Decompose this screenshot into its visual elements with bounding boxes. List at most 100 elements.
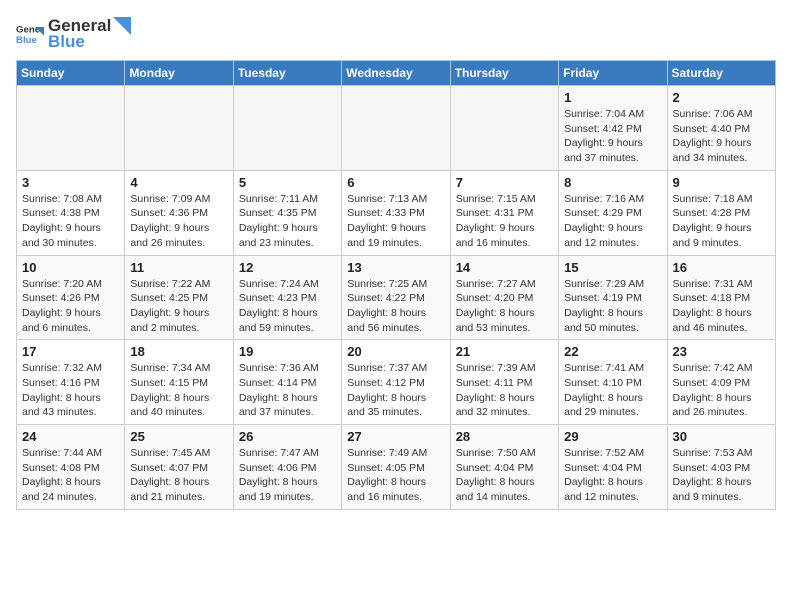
calendar-cell: 27 Sunrise: 7:49 AMSunset: 4:05 PMDayligh… bbox=[342, 425, 450, 510]
day-number: 5 bbox=[239, 175, 336, 190]
day-number: 18 bbox=[130, 344, 227, 359]
day-info: Sunrise: 7:37 AMSunset: 4:12 PMDaylight:… bbox=[347, 361, 444, 420]
calendar-cell bbox=[125, 86, 233, 171]
day-info: Sunrise: 7:20 AMSunset: 4:26 PMDaylight:… bbox=[22, 277, 119, 336]
day-info: Sunrise: 7:47 AMSunset: 4:06 PMDaylight:… bbox=[239, 446, 336, 505]
calendar-table: SundayMondayTuesdayWednesdayThursdayFrid… bbox=[16, 60, 776, 510]
calendar-cell: 17 Sunrise: 7:32 AMSunset: 4:16 PMDayligh… bbox=[17, 340, 125, 425]
weekday-header-monday: Monday bbox=[125, 61, 233, 86]
weekday-header-thursday: Thursday bbox=[450, 61, 558, 86]
day-info: Sunrise: 7:16 AMSunset: 4:29 PMDaylight:… bbox=[564, 192, 661, 251]
day-number: 6 bbox=[347, 175, 444, 190]
calendar-cell bbox=[342, 86, 450, 171]
day-number: 10 bbox=[22, 260, 119, 275]
day-info: Sunrise: 7:36 AMSunset: 4:14 PMDaylight:… bbox=[239, 361, 336, 420]
calendar-cell: 30 Sunrise: 7:53 AMSunset: 4:03 PMDayligh… bbox=[667, 425, 775, 510]
day-number: 2 bbox=[673, 90, 770, 105]
calendar-week-row: 1 Sunrise: 7:04 AMSunset: 4:42 PMDaylight… bbox=[17, 86, 776, 171]
day-number: 7 bbox=[456, 175, 553, 190]
calendar-cell: 7 Sunrise: 7:15 AMSunset: 4:31 PMDaylight… bbox=[450, 170, 558, 255]
svg-text:Blue: Blue bbox=[16, 35, 37, 46]
logo: General Blue General Blue bbox=[16, 16, 131, 52]
weekday-header-sunday: Sunday bbox=[17, 61, 125, 86]
day-info: Sunrise: 7:31 AMSunset: 4:18 PMDaylight:… bbox=[673, 277, 770, 336]
calendar-cell: 14 Sunrise: 7:27 AMSunset: 4:20 PMDayligh… bbox=[450, 255, 558, 340]
calendar-cell: 22Sunrise: 7:41 AMSunset: 4:10 PMDayligh… bbox=[559, 340, 667, 425]
day-info: Sunrise: 7:25 AMSunset: 4:22 PMDaylight:… bbox=[347, 277, 444, 336]
day-info: Sunrise: 7:04 AMSunset: 4:42 PMDaylight:… bbox=[564, 107, 661, 166]
calendar-cell: 15Sunrise: 7:29 AMSunset: 4:19 PMDayligh… bbox=[559, 255, 667, 340]
calendar-cell: 6Sunrise: 7:13 AMSunset: 4:33 PMDaylight… bbox=[342, 170, 450, 255]
day-info: Sunrise: 7:32 AMSunset: 4:16 PMDaylight:… bbox=[22, 361, 119, 420]
day-info: Sunrise: 7:42 AMSunset: 4:09 PMDaylight:… bbox=[673, 361, 770, 420]
day-number: 12 bbox=[239, 260, 336, 275]
logo-icon: General Blue bbox=[16, 20, 44, 48]
day-number: 24 bbox=[22, 429, 119, 444]
day-number: 25 bbox=[130, 429, 227, 444]
day-info: Sunrise: 7:18 AMSunset: 4:28 PMDaylight:… bbox=[673, 192, 770, 251]
calendar-cell: 25 Sunrise: 7:45 AMSunset: 4:07 PMDayligh… bbox=[125, 425, 233, 510]
day-number: 14 bbox=[456, 260, 553, 275]
day-number: 9 bbox=[673, 175, 770, 190]
calendar-cell: 13 Sunrise: 7:25 AMSunset: 4:22 PMDayligh… bbox=[342, 255, 450, 340]
day-info: Sunrise: 7:24 AMSunset: 4:23 PMDaylight:… bbox=[239, 277, 336, 336]
day-info: Sunrise: 7:08 AMSunset: 4:38 PMDaylight:… bbox=[22, 192, 119, 251]
calendar-cell: 21 Sunrise: 7:39 AMSunset: 4:11 PMDayligh… bbox=[450, 340, 558, 425]
calendar-cell: 10 Sunrise: 7:20 AMSunset: 4:26 PMDayligh… bbox=[17, 255, 125, 340]
calendar-cell: 11Sunrise: 7:22 AMSunset: 4:25 PMDayligh… bbox=[125, 255, 233, 340]
logo-arrow-icon bbox=[113, 17, 131, 35]
day-number: 20 bbox=[347, 344, 444, 359]
weekday-header-saturday: Saturday bbox=[667, 61, 775, 86]
calendar-cell: 29Sunrise: 7:52 AMSunset: 4:04 PMDayligh… bbox=[559, 425, 667, 510]
day-info: Sunrise: 7:11 AMSunset: 4:35 PMDaylight:… bbox=[239, 192, 336, 251]
calendar-week-row: 3 Sunrise: 7:08 AMSunset: 4:38 PMDaylight… bbox=[17, 170, 776, 255]
day-info: Sunrise: 7:09 AMSunset: 4:36 PMDaylight:… bbox=[130, 192, 227, 251]
day-number: 27 bbox=[347, 429, 444, 444]
calendar-cell: 1 Sunrise: 7:04 AMSunset: 4:42 PMDaylight… bbox=[559, 86, 667, 171]
day-info: Sunrise: 7:53 AMSunset: 4:03 PMDaylight:… bbox=[673, 446, 770, 505]
calendar-cell: 8 Sunrise: 7:16 AMSunset: 4:29 PMDaylight… bbox=[559, 170, 667, 255]
day-info: Sunrise: 7:50 AMSunset: 4:04 PMDaylight:… bbox=[456, 446, 553, 505]
calendar-cell: 28 Sunrise: 7:50 AMSunset: 4:04 PMDayligh… bbox=[450, 425, 558, 510]
calendar-week-row: 10 Sunrise: 7:20 AMSunset: 4:26 PMDayligh… bbox=[17, 255, 776, 340]
calendar-cell bbox=[450, 86, 558, 171]
day-number: 28 bbox=[456, 429, 553, 444]
day-number: 21 bbox=[456, 344, 553, 359]
day-info: Sunrise: 7:34 AMSunset: 4:15 PMDaylight:… bbox=[130, 361, 227, 420]
day-info: Sunrise: 7:15 AMSunset: 4:31 PMDaylight:… bbox=[456, 192, 553, 251]
page-header: General Blue General Blue bbox=[16, 16, 776, 52]
calendar-cell: 2Sunrise: 7:06 AMSunset: 4:40 PMDaylight… bbox=[667, 86, 775, 171]
day-info: Sunrise: 7:49 AMSunset: 4:05 PMDaylight:… bbox=[347, 446, 444, 505]
day-info: Sunrise: 7:52 AMSunset: 4:04 PMDaylight:… bbox=[564, 446, 661, 505]
calendar-header-row: SundayMondayTuesdayWednesdayThursdayFrid… bbox=[17, 61, 776, 86]
day-number: 17 bbox=[22, 344, 119, 359]
day-number: 23 bbox=[673, 344, 770, 359]
calendar-cell: 9 Sunrise: 7:18 AMSunset: 4:28 PMDaylight… bbox=[667, 170, 775, 255]
weekday-header-tuesday: Tuesday bbox=[233, 61, 341, 86]
day-number: 8 bbox=[564, 175, 661, 190]
calendar-cell: 16 Sunrise: 7:31 AMSunset: 4:18 PMDayligh… bbox=[667, 255, 775, 340]
day-number: 13 bbox=[347, 260, 444, 275]
day-info: Sunrise: 7:44 AMSunset: 4:08 PMDaylight:… bbox=[22, 446, 119, 505]
day-number: 1 bbox=[564, 90, 661, 105]
day-info: Sunrise: 7:27 AMSunset: 4:20 PMDaylight:… bbox=[456, 277, 553, 336]
day-number: 3 bbox=[22, 175, 119, 190]
calendar-week-row: 17 Sunrise: 7:32 AMSunset: 4:16 PMDayligh… bbox=[17, 340, 776, 425]
calendar-week-row: 24 Sunrise: 7:44 AMSunset: 4:08 PMDayligh… bbox=[17, 425, 776, 510]
weekday-header-wednesday: Wednesday bbox=[342, 61, 450, 86]
day-info: Sunrise: 7:22 AMSunset: 4:25 PMDaylight:… bbox=[130, 277, 227, 336]
calendar-cell: 18 Sunrise: 7:34 AMSunset: 4:15 PMDayligh… bbox=[125, 340, 233, 425]
calendar-cell bbox=[233, 86, 341, 171]
day-info: Sunrise: 7:45 AMSunset: 4:07 PMDaylight:… bbox=[130, 446, 227, 505]
calendar-cell: 3 Sunrise: 7:08 AMSunset: 4:38 PMDaylight… bbox=[17, 170, 125, 255]
day-number: 22 bbox=[564, 344, 661, 359]
day-number: 16 bbox=[673, 260, 770, 275]
day-number: 15 bbox=[564, 260, 661, 275]
calendar-cell: 19 Sunrise: 7:36 AMSunset: 4:14 PMDayligh… bbox=[233, 340, 341, 425]
day-number: 19 bbox=[239, 344, 336, 359]
day-info: Sunrise: 7:39 AMSunset: 4:11 PMDaylight:… bbox=[456, 361, 553, 420]
calendar-cell: 12 Sunrise: 7:24 AMSunset: 4:23 PMDayligh… bbox=[233, 255, 341, 340]
day-number: 26 bbox=[239, 429, 336, 444]
day-number: 4 bbox=[130, 175, 227, 190]
day-number: 30 bbox=[673, 429, 770, 444]
